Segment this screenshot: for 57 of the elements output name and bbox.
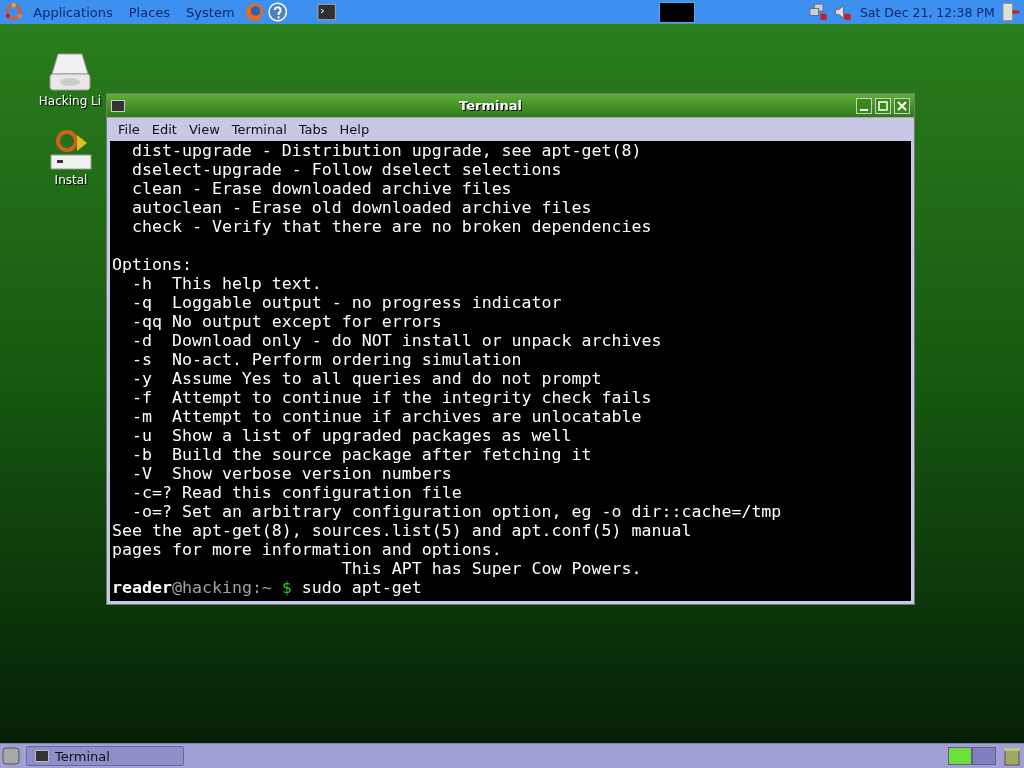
installer-icon[interactable] [47, 129, 95, 173]
prompt-user: reader [112, 578, 172, 597]
maximize-button[interactable] [875, 97, 891, 114]
terminal-icon [111, 99, 125, 112]
panel-menu[interactable]: System [180, 4, 241, 20]
icon-label[interactable]: Instal [54, 173, 88, 187]
logout-icon[interactable] [1000, 2, 1020, 22]
terminal-line: -s No-act. Perform ordering simulation [130, 350, 522, 369]
panel-applet[interactable] [658, 1, 696, 23]
terminal-line: dselect-upgrade - Follow dselect selections [130, 160, 562, 179]
terminal-line: Options: [112, 255, 192, 274]
prompt-host: @hacking:~ [171, 578, 272, 597]
trash-icon[interactable] [1002, 746, 1022, 766]
terminal-icon [35, 750, 49, 762]
panel-menu[interactable]: Applications [27, 4, 119, 20]
terminal-line: -c=? Read this configuration file [130, 483, 462, 502]
minimize-button[interactable] [856, 97, 872, 114]
terminal-line: -b Build the source package after fetching it [130, 445, 592, 464]
terminal-line: clean - Erase downloaded archive files [130, 179, 512, 198]
icon-label[interactable]: Hacking Li [38, 94, 102, 108]
clock[interactable]: Sat Dec 21, 12:38 PM [859, 4, 995, 20]
logo-icon[interactable] [4, 2, 24, 22]
terminal-line: -o=? Set an arbitrary configuration option, eg -o dir::cache=/tmp [130, 502, 782, 521]
menu-item[interactable]: Edit [146, 122, 182, 137]
drive-icon[interactable] [46, 50, 94, 94]
help-icon[interactable] [267, 2, 288, 22]
terminal-line: See the apt-get(8), sources.list(5) and apt.conf(5) manual [112, 521, 692, 540]
close-button[interactable] [894, 97, 910, 114]
terminal-line: pages for more information and options. [112, 540, 502, 559]
menu-item[interactable]: File [113, 122, 145, 137]
terminal-line: -qq No output except for errors [130, 312, 442, 331]
network-icon[interactable] [809, 2, 829, 22]
terminal-line: -u Show a list of upgraded packages as well [130, 426, 572, 445]
prompt-symbol: $ [281, 578, 292, 597]
show-desktop-icon[interactable] [2, 747, 20, 765]
taskbar-button[interactable]: Terminal [26, 746, 184, 766]
command-text: sudo apt-get [300, 578, 422, 597]
workspace-button[interactable] [948, 747, 972, 765]
terminal-line: -y Assume Yes to all queries and do not prompt [130, 369, 602, 388]
terminal-line: -V Show verbose version numbers [130, 464, 452, 483]
panel-menu[interactable]: Places [122, 4, 177, 20]
terminal-line: -m Attempt to continue if archives are unlocatable [130, 407, 642, 426]
menu-item[interactable]: View [183, 122, 225, 137]
menu-item[interactable]: Terminal [226, 122, 292, 137]
terminal-icon[interactable] [317, 2, 337, 22]
terminal-line: autoclean - Erase old downloaded archive files [130, 198, 592, 217]
terminal-line: This APT has Super Cow Powers. [340, 559, 642, 578]
terminal-line: check - Verify that there are no broken dependencies [130, 217, 652, 236]
terminal-line: -d Download only - do NOT install or unpack archives [130, 331, 662, 350]
window-title: Terminal [458, 98, 523, 113]
terminal-line: -f Attempt to continue if the integrity check fails [130, 388, 652, 407]
terminal-line: -q Loggable output - no progress indicator [130, 293, 562, 312]
terminal-line: dist-upgrade - Distribution upgrade, see apt-get(8) [130, 141, 642, 160]
terminal-line: -h This help text. [130, 274, 322, 293]
menu-item[interactable]: Tabs [293, 122, 333, 137]
menu-item[interactable]: Help [334, 122, 375, 137]
volume-icon[interactable] [832, 2, 852, 22]
